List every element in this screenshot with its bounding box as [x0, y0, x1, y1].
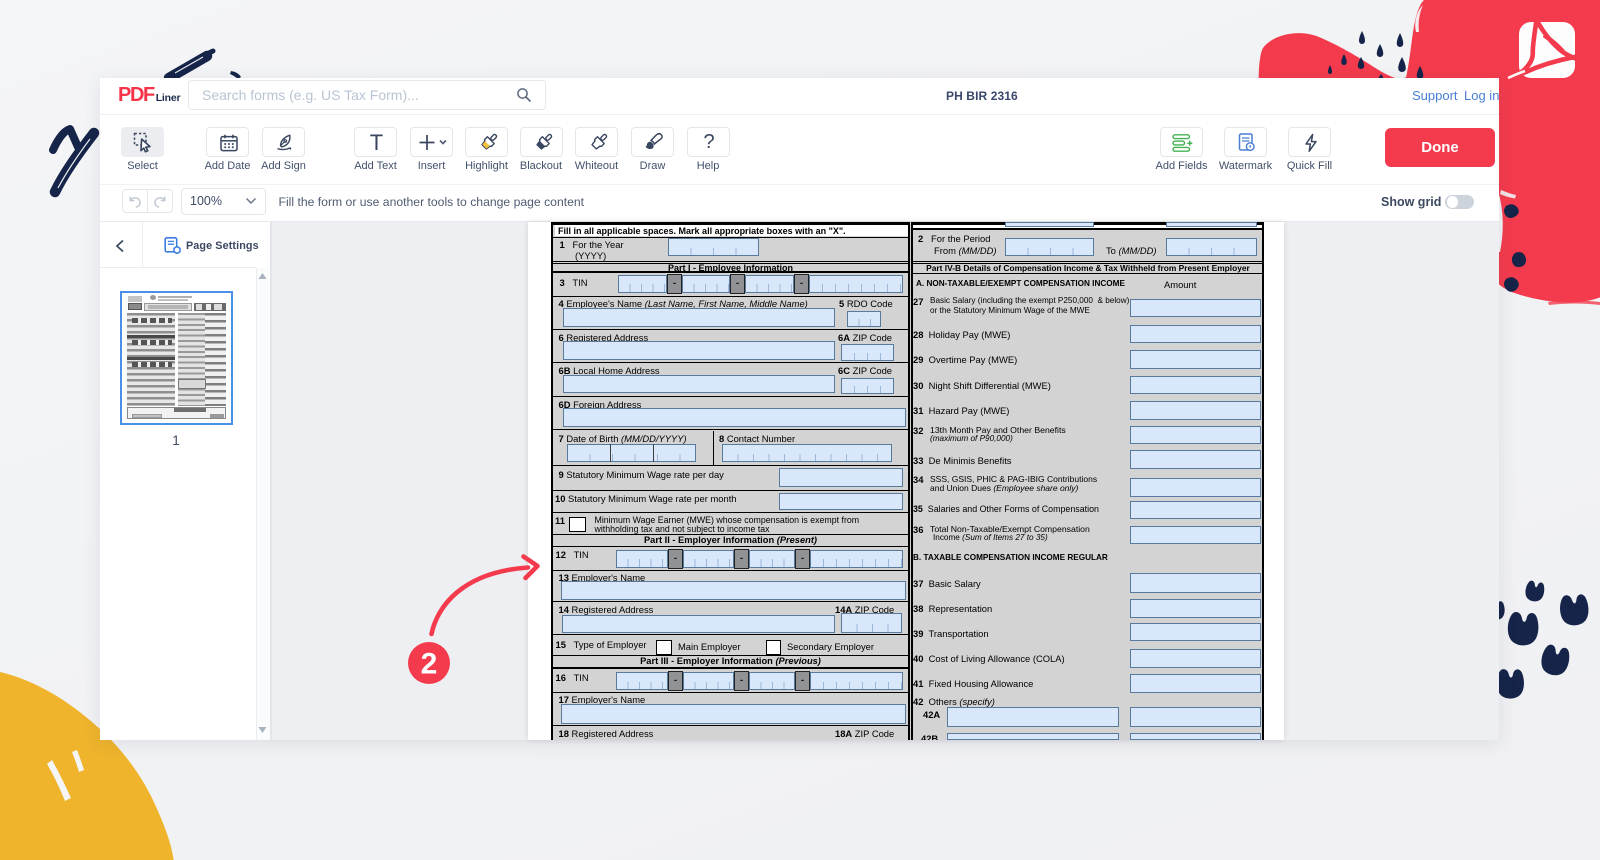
- svg-text:2: 2: [421, 648, 438, 681]
